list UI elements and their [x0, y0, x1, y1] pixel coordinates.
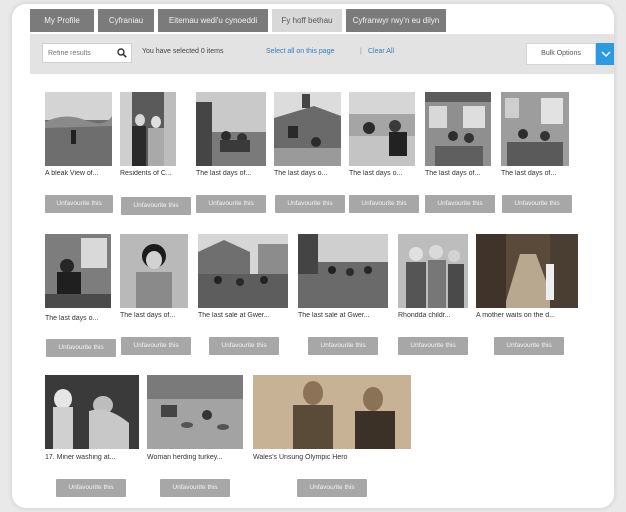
tab-eitemau-cynoeddi[interactable]: Eitemau wedi'u cynoeddi: [158, 9, 268, 32]
unfavourite-button[interactable]: Unfavourite this: [209, 337, 279, 355]
unfavourite-button[interactable]: Unfavourite this: [160, 479, 230, 497]
item-caption[interactable]: A mother waits on the d...: [476, 312, 582, 319]
favourite-photo[interactable]: [45, 92, 112, 166]
unfavourite-button[interactable]: Unfavourite this: [425, 195, 495, 213]
link-separator: |: [360, 48, 362, 55]
unfavourite-button[interactable]: Unfavourite this: [308, 337, 378, 355]
tab-my-profile[interactable]: My Profile: [30, 9, 94, 32]
item-caption[interactable]: 17. Miner washing at...: [45, 454, 143, 461]
unfavourite-button[interactable]: Unfavourite this: [275, 195, 345, 213]
item-caption[interactable]: A bleak View of...: [45, 170, 117, 177]
unfavourite-button[interactable]: Unfavourite this: [494, 337, 564, 355]
unfavourite-button[interactable]: Unfavourite this: [45, 195, 113, 213]
item-caption[interactable]: Residents of C...: [120, 170, 194, 177]
tab-cyfranwyr[interactable]: Cyfranwyr rwy'n eu dilyn: [346, 9, 446, 32]
unfavourite-button[interactable]: Unfavourite this: [46, 339, 116, 357]
item-caption[interactable]: The last days of...: [501, 170, 577, 177]
item-caption[interactable]: The last days of...: [120, 312, 194, 319]
item-caption[interactable]: The last days of...: [196, 170, 270, 177]
favourite-photo[interactable]: [45, 234, 111, 308]
unfavourite-button[interactable]: Unfavourite this: [349, 195, 419, 213]
unfavourite-button[interactable]: Unfavourite this: [398, 337, 468, 355]
unfavourite-button[interactable]: Unfavourite this: [56, 479, 126, 497]
item-caption[interactable]: Woman herding turkey...: [147, 454, 247, 461]
favourite-photo[interactable]: [425, 92, 491, 166]
favourite-photo[interactable]: [349, 92, 415, 166]
item-caption[interactable]: The last days o...: [45, 315, 117, 322]
favourite-photo[interactable]: [476, 234, 578, 308]
favourites-toolbar: You have selected 0 items Select all on …: [30, 34, 614, 74]
favourite-photo[interactable]: [253, 375, 411, 449]
favourite-photo[interactable]: [198, 234, 288, 308]
favourite-photo[interactable]: [298, 234, 388, 308]
favourite-photo[interactable]: [501, 92, 569, 166]
search-icon[interactable]: [117, 48, 127, 58]
favourite-photo[interactable]: [196, 92, 266, 166]
search-box: [42, 43, 132, 63]
unfavourite-button[interactable]: Unfavourite this: [121, 197, 191, 215]
unfavourite-button[interactable]: Unfavourite this: [121, 337, 191, 355]
item-caption[interactable]: The last days o...: [274, 170, 346, 177]
favourites-panel: My Profile Cyfraniau Eitemau wedi'u cyno…: [12, 4, 614, 508]
tab-cyfraniau[interactable]: Cyfraniau: [98, 9, 154, 32]
item-caption[interactable]: The last sale at Gwer...: [298, 312, 394, 319]
profile-tabs: My Profile Cyfraniau Eitemau wedi'u cyno…: [12, 4, 614, 32]
bulk-options-dropdown-button[interactable]: [596, 43, 614, 65]
favourite-photo[interactable]: [274, 92, 341, 166]
favourite-photo[interactable]: [120, 234, 188, 308]
item-caption[interactable]: Wales's Unsung Olympic Hero: [253, 454, 383, 461]
selected-count: You have selected 0 items: [142, 48, 224, 55]
tab-fy-hoff-bethau[interactable]: Fy hoff bethau: [272, 9, 342, 32]
chevron-down-icon: [601, 51, 611, 58]
item-caption[interactable]: The last sale at Gwer...: [198, 312, 294, 319]
item-caption[interactable]: Rhondda childr...: [398, 312, 472, 319]
favourite-photo[interactable]: [398, 234, 468, 308]
select-all-link[interactable]: Select all on this page: [266, 48, 335, 55]
item-caption[interactable]: The last days o...: [349, 170, 421, 177]
clear-all-link[interactable]: Clear All: [368, 48, 394, 55]
unfavourite-button[interactable]: Unfavourite this: [502, 195, 572, 213]
favourite-photo[interactable]: [120, 92, 176, 166]
refine-results-input[interactable]: [43, 44, 115, 62]
favourite-photo[interactable]: [45, 375, 139, 449]
favourite-photo[interactable]: [147, 375, 243, 449]
unfavourite-button[interactable]: Unfavourite this: [196, 195, 266, 213]
bulk-options-select[interactable]: Bulk Options: [526, 43, 596, 65]
unfavourite-button[interactable]: Unfavourite this: [297, 479, 367, 497]
item-caption[interactable]: The last days of...: [425, 170, 497, 177]
